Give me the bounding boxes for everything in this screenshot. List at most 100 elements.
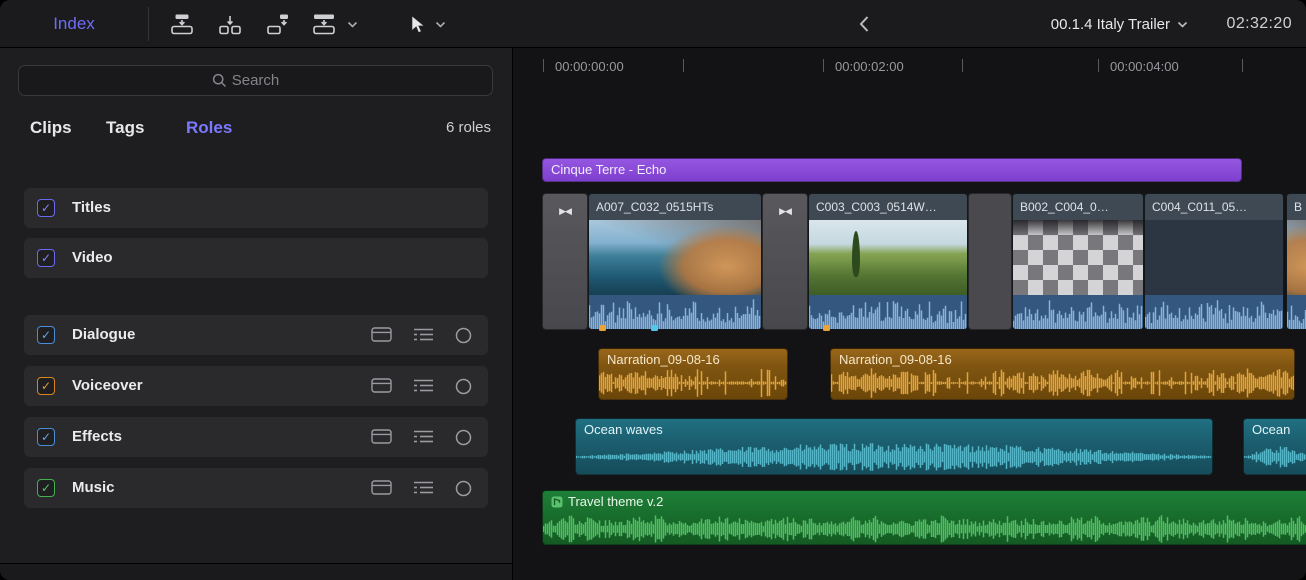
thumbnail-detail [852, 231, 860, 278]
subrole-lines-icon [413, 327, 434, 342]
overwrite-icon [312, 13, 336, 35]
edit-options-chevron[interactable] [344, 0, 360, 48]
ruler-tick [683, 59, 684, 72]
insert-icon [218, 13, 242, 35]
ruler-timecode: 00:00:04:00 [1110, 59, 1179, 74]
ruler-tick [543, 59, 544, 72]
role-row-voiceover[interactable]: ✓ Voiceover [24, 366, 488, 406]
role-row-music[interactable]: ✓ Music [24, 468, 488, 508]
select-tool-button[interactable] [404, 0, 430, 48]
role-row-video[interactable]: ✓ Video [24, 238, 488, 278]
role-row-titles[interactable]: ✓ Titles [24, 188, 488, 228]
tab-tags[interactable]: Tags [106, 112, 144, 144]
subrole-lines-icon [413, 429, 434, 444]
clip-name: B [1287, 194, 1306, 220]
clip-thumbnail [809, 220, 967, 295]
title-clip[interactable]: Cinque Terre - Echo [542, 158, 1242, 182]
tool-menu-chevron[interactable] [432, 0, 448, 48]
clip-name: B002_C004_0… [1013, 194, 1143, 220]
show-subroles-button[interactable] [413, 378, 434, 393]
append-icon [266, 13, 290, 35]
audio-clip-narration[interactable]: Narration_09-08-16 [830, 348, 1295, 400]
project-switcher[interactable]: 00.1.4 Italy Trailer [1051, 0, 1188, 48]
audio-lanes-icon [371, 429, 392, 444]
focus-role-button[interactable] [455, 378, 472, 395]
focus-circle-icon [455, 327, 472, 344]
show-audio-lanes-button[interactable] [371, 480, 392, 495]
waveform [1244, 440, 1306, 474]
index-toggle-button[interactable]: Index [0, 0, 148, 48]
focus-role-button[interactable] [455, 429, 472, 446]
timeline[interactable]: 00:00:00:00 00:00:02:00 00:00:04:00 Cinq… [513, 48, 1306, 580]
ruler-timecode: 00:00:02:00 [835, 59, 904, 74]
titles-checkbox[interactable]: ✓ [37, 199, 55, 217]
tab-clips[interactable]: Clips [30, 112, 72, 144]
clip-audio [589, 295, 761, 329]
chevron-down-icon [435, 21, 446, 28]
audio-clip-ocean-waves[interactable]: Ocean waves [575, 418, 1213, 475]
clip-audio [809, 295, 967, 329]
index-panel-footer [0, 563, 512, 580]
connect-icon [170, 13, 194, 35]
role-row-effects[interactable]: ✓ Effects [24, 417, 488, 457]
focus-role-button[interactable] [455, 327, 472, 344]
focus-role-button[interactable] [455, 480, 472, 497]
app-window: Index [0, 0, 1306, 580]
clip-audio [1287, 295, 1306, 329]
role-label: Titles [72, 188, 111, 228]
transition-clip[interactable]: ▶◀ [762, 193, 808, 330]
role-label: Music [72, 468, 115, 508]
connect-edit-button[interactable] [164, 0, 200, 48]
video-clip[interactable]: C003_C003_0514W… [808, 193, 968, 330]
previous-project-button[interactable] [858, 0, 870, 48]
audio-clip-music-theme[interactable]: Travel theme v.2 [542, 490, 1306, 545]
focus-circle-icon [455, 378, 472, 395]
transition-icon: ▶◀ [779, 206, 791, 216]
show-audio-lanes-button[interactable] [371, 327, 392, 342]
search-input[interactable] [19, 66, 492, 95]
video-clip[interactable]: A007_C032_0515HTs [588, 193, 762, 330]
keyword-marker[interactable] [599, 325, 606, 331]
search-icon [212, 73, 227, 88]
search-field[interactable] [18, 65, 493, 96]
clip-name: Ocean waves [576, 419, 1212, 440]
effects-checkbox[interactable]: ✓ [37, 428, 55, 446]
dialogue-checkbox[interactable]: ✓ [37, 326, 55, 344]
show-subroles-button[interactable] [413, 480, 434, 495]
show-subroles-button[interactable] [413, 429, 434, 444]
video-clip[interactable]: B002_C004_0… [1012, 193, 1144, 330]
overwrite-edit-button[interactable] [306, 0, 342, 48]
keyword-marker[interactable] [823, 325, 830, 331]
waveform [831, 367, 1294, 399]
waveform [543, 514, 1306, 544]
video-checkbox[interactable]: ✓ [37, 249, 55, 267]
music-checkbox[interactable]: ✓ [37, 479, 55, 497]
transition-clip[interactable]: ▶◀ [542, 193, 588, 330]
timeline-index-panel: Clips Tags Roles 6 roles ✓ Titles ✓ Vide… [0, 48, 513, 580]
append-edit-button[interactable] [260, 0, 296, 48]
clip-name: C004_C011_05… [1145, 194, 1283, 220]
primary-storyline: ▶◀ A007_C032_0515HTs ▶◀ C003_C003_0514W… [513, 193, 1306, 333]
insert-edit-button[interactable] [212, 0, 248, 48]
audio-clip-ocean-waves[interactable]: Ocean [1243, 418, 1306, 475]
voiceover-checkbox[interactable]: ✓ [37, 377, 55, 395]
clip-name: C003_C003_0514W… [809, 194, 967, 220]
gap-clip[interactable] [968, 193, 1012, 330]
transition-icon: ▶◀ [559, 206, 571, 216]
role-label: Voiceover [72, 366, 143, 406]
audio-clip-narration[interactable]: Narration_09-08-16 [598, 348, 788, 400]
roles-count: 6 roles [446, 112, 491, 144]
video-clip[interactable]: C004_C011_05… [1144, 193, 1284, 330]
show-subroles-button[interactable] [413, 327, 434, 342]
waveform [576, 440, 1212, 474]
video-clip[interactable]: B [1286, 193, 1306, 330]
tab-roles[interactable]: Roles [186, 112, 232, 144]
keyword-marker[interactable] [651, 325, 658, 331]
focus-circle-icon [455, 480, 472, 497]
role-row-dialogue[interactable]: ✓ Dialogue [24, 315, 488, 355]
project-name: 00.1.4 Italy Trailer [1051, 16, 1170, 33]
show-audio-lanes-button[interactable] [371, 378, 392, 393]
show-audio-lanes-button[interactable] [371, 429, 392, 444]
pointer-icon [410, 15, 425, 34]
waveform [599, 367, 787, 399]
